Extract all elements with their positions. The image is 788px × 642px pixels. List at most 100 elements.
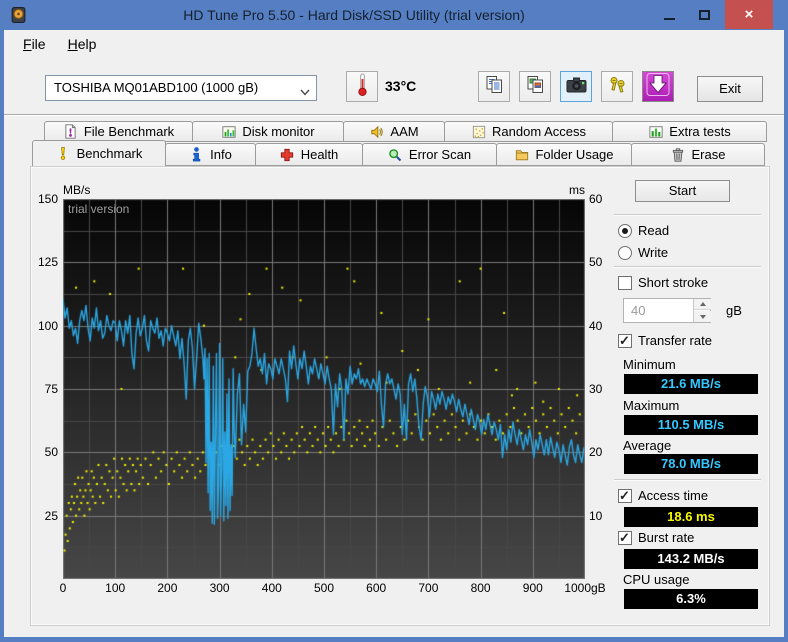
access-time-checkbox[interactable] (618, 488, 632, 503)
tab-disk-monitor[interactable]: Disk monitor (192, 121, 344, 142)
burst-rate-row[interactable]: Burst rate (618, 530, 694, 545)
transfer-rate-row[interactable]: Transfer rate (618, 333, 712, 348)
thermometer-icon (357, 72, 368, 102)
spinner-up-button[interactable] (694, 299, 711, 310)
access-time-row[interactable]: Access time (618, 488, 708, 503)
y-right-tick: 50 (589, 255, 603, 270)
tab-label: Extra tests (669, 124, 731, 139)
y-right-tick: 30 (589, 382, 603, 396)
transfer-rate-label: Transfer rate (638, 333, 712, 348)
transfer-rate-checkbox[interactable] (618, 333, 632, 348)
y-axis-left-unit: MB/s (63, 183, 91, 197)
menu-help[interactable]: Help (57, 32, 108, 56)
tab-label: Error Scan (408, 147, 472, 162)
tab-label: AAM (390, 124, 419, 139)
tab-random-access[interactable]: Random Access (444, 121, 613, 142)
access-time-label: Access time (638, 488, 709, 503)
app-window: HD Tune Pro 5.50 - Hard Disk/SSD Utility… (0, 0, 788, 642)
short-stroke-label: Short stroke (638, 275, 709, 290)
y-left-tick: 100 (37, 318, 58, 333)
extra-tests-icon (648, 124, 663, 139)
tools-icon (608, 75, 627, 99)
close-button[interactable]: × (725, 0, 773, 29)
minimum-label: Minimum (623, 357, 676, 372)
minimize-button[interactable] (653, 0, 686, 29)
temperature-button[interactable] (346, 71, 378, 102)
read-radio-row[interactable]: Read (618, 223, 669, 238)
y-left-tick: 25 (44, 508, 58, 523)
menu-bar: File Help (4, 30, 784, 58)
close-icon: × (744, 6, 754, 23)
tab-file-benchmark[interactable]: File Benchmark (44, 121, 193, 142)
maximum-value: 110.5 MB/s (624, 415, 758, 435)
tab-label: Health (300, 147, 339, 162)
tab-aam[interactable]: AAM (343, 121, 445, 142)
access-time-value: 18.6 ms (624, 507, 758, 527)
short-stroke-row[interactable]: Short stroke (618, 275, 708, 290)
tab-error-scan[interactable]: Error Scan (362, 143, 497, 166)
tab-label: File Benchmark (83, 124, 175, 139)
separator (614, 479, 761, 481)
copy-icon (485, 75, 504, 99)
tab-folder-usage[interactable]: Folder Usage (496, 143, 632, 166)
disk-monitor-icon (221, 124, 236, 139)
spinner (693, 299, 711, 322)
tab-label: Folder Usage (535, 147, 614, 162)
tab-label: Disk monitor (242, 124, 315, 139)
benchmark-icon (56, 146, 71, 161)
maximize-button[interactable] (688, 0, 721, 29)
cpu-usage-value: 6.3% (624, 589, 758, 609)
toolbar-divider (4, 114, 784, 116)
exit-button[interactable]: Exit (697, 76, 763, 102)
tab-extra-tests[interactable]: Extra tests (612, 121, 767, 142)
cpu-usage-label: CPU usage (623, 572, 690, 587)
benchmark-chart: trial version (63, 199, 585, 579)
burst-rate-checkbox[interactable] (618, 530, 632, 545)
file-benchmark-icon (63, 124, 78, 139)
arrow-down-icon (699, 314, 706, 319)
benchmark-panel: MB/s ms 150 125 100 75 50 25 60 50 40 30 20 10 0 10… (30, 166, 770, 626)
window-title: HD Tune Pro 5.50 - Hard Disk/SSD Utility… (183, 7, 525, 23)
erase-icon (671, 147, 686, 162)
burst-rate-label: Burst rate (638, 530, 695, 545)
y-left-tick: 125 (37, 255, 58, 270)
x-tick: 900 (522, 581, 543, 595)
copy-image-icon (526, 75, 545, 99)
save-button[interactable] (642, 71, 674, 102)
y-left-tick: 50 (44, 445, 58, 460)
screenshot-button[interactable] (560, 71, 592, 102)
minimum-value: 21.6 MB/s (624, 374, 758, 394)
chevron-down-icon (300, 84, 310, 99)
tools-button[interactable] (601, 71, 633, 102)
menu-file[interactable]: File (12, 32, 57, 56)
tab-info[interactable]: Info (165, 143, 256, 166)
y-right-tick: 40 (589, 318, 603, 333)
short-stroke-checkbox[interactable] (618, 275, 632, 290)
short-stroke-size-value: 40 (631, 303, 646, 318)
title-bar: HD Tune Pro 5.50 - Hard Disk/SSD Utility… (0, 0, 788, 30)
y-left-tick: 150 (37, 192, 58, 206)
x-axis-ticks: 0 100 200 300 400 500 600 700 800 900 1000gB (60, 581, 606, 595)
tab-health[interactable]: Health (255, 143, 363, 166)
minimize-icon (664, 17, 675, 20)
tab-strip-secondary: File Benchmark Disk monitor AAM Random Acce… (44, 121, 767, 142)
short-stroke-size-input[interactable]: 40 (623, 298, 711, 323)
maximize-icon (699, 9, 710, 20)
tab-strip-primary: Benchmark Info Health Error Scan Folder Usag… (32, 140, 765, 166)
write-radio[interactable] (618, 245, 632, 260)
copy-image-button[interactable] (519, 71, 551, 102)
start-button[interactable]: Start (635, 180, 730, 202)
tab-erase[interactable]: Erase (631, 143, 765, 166)
drive-select-dropdown[interactable]: TOSHIBA MQ01ABD100 (1000 gB) (45, 75, 317, 101)
trial-watermark: trial version (68, 202, 130, 216)
random-access-icon (471, 124, 486, 139)
tab-benchmark[interactable]: Benchmark (32, 140, 166, 166)
read-radio[interactable] (618, 223, 632, 238)
tab-label: Random Access (492, 124, 586, 139)
average-value: 78.0 MB/s (624, 454, 758, 474)
copy-text-button[interactable] (478, 71, 510, 102)
average-label: Average (623, 438, 672, 453)
aam-icon (369, 124, 384, 139)
write-radio-row[interactable]: Write (618, 245, 668, 260)
spinner-down-button[interactable] (694, 311, 711, 322)
